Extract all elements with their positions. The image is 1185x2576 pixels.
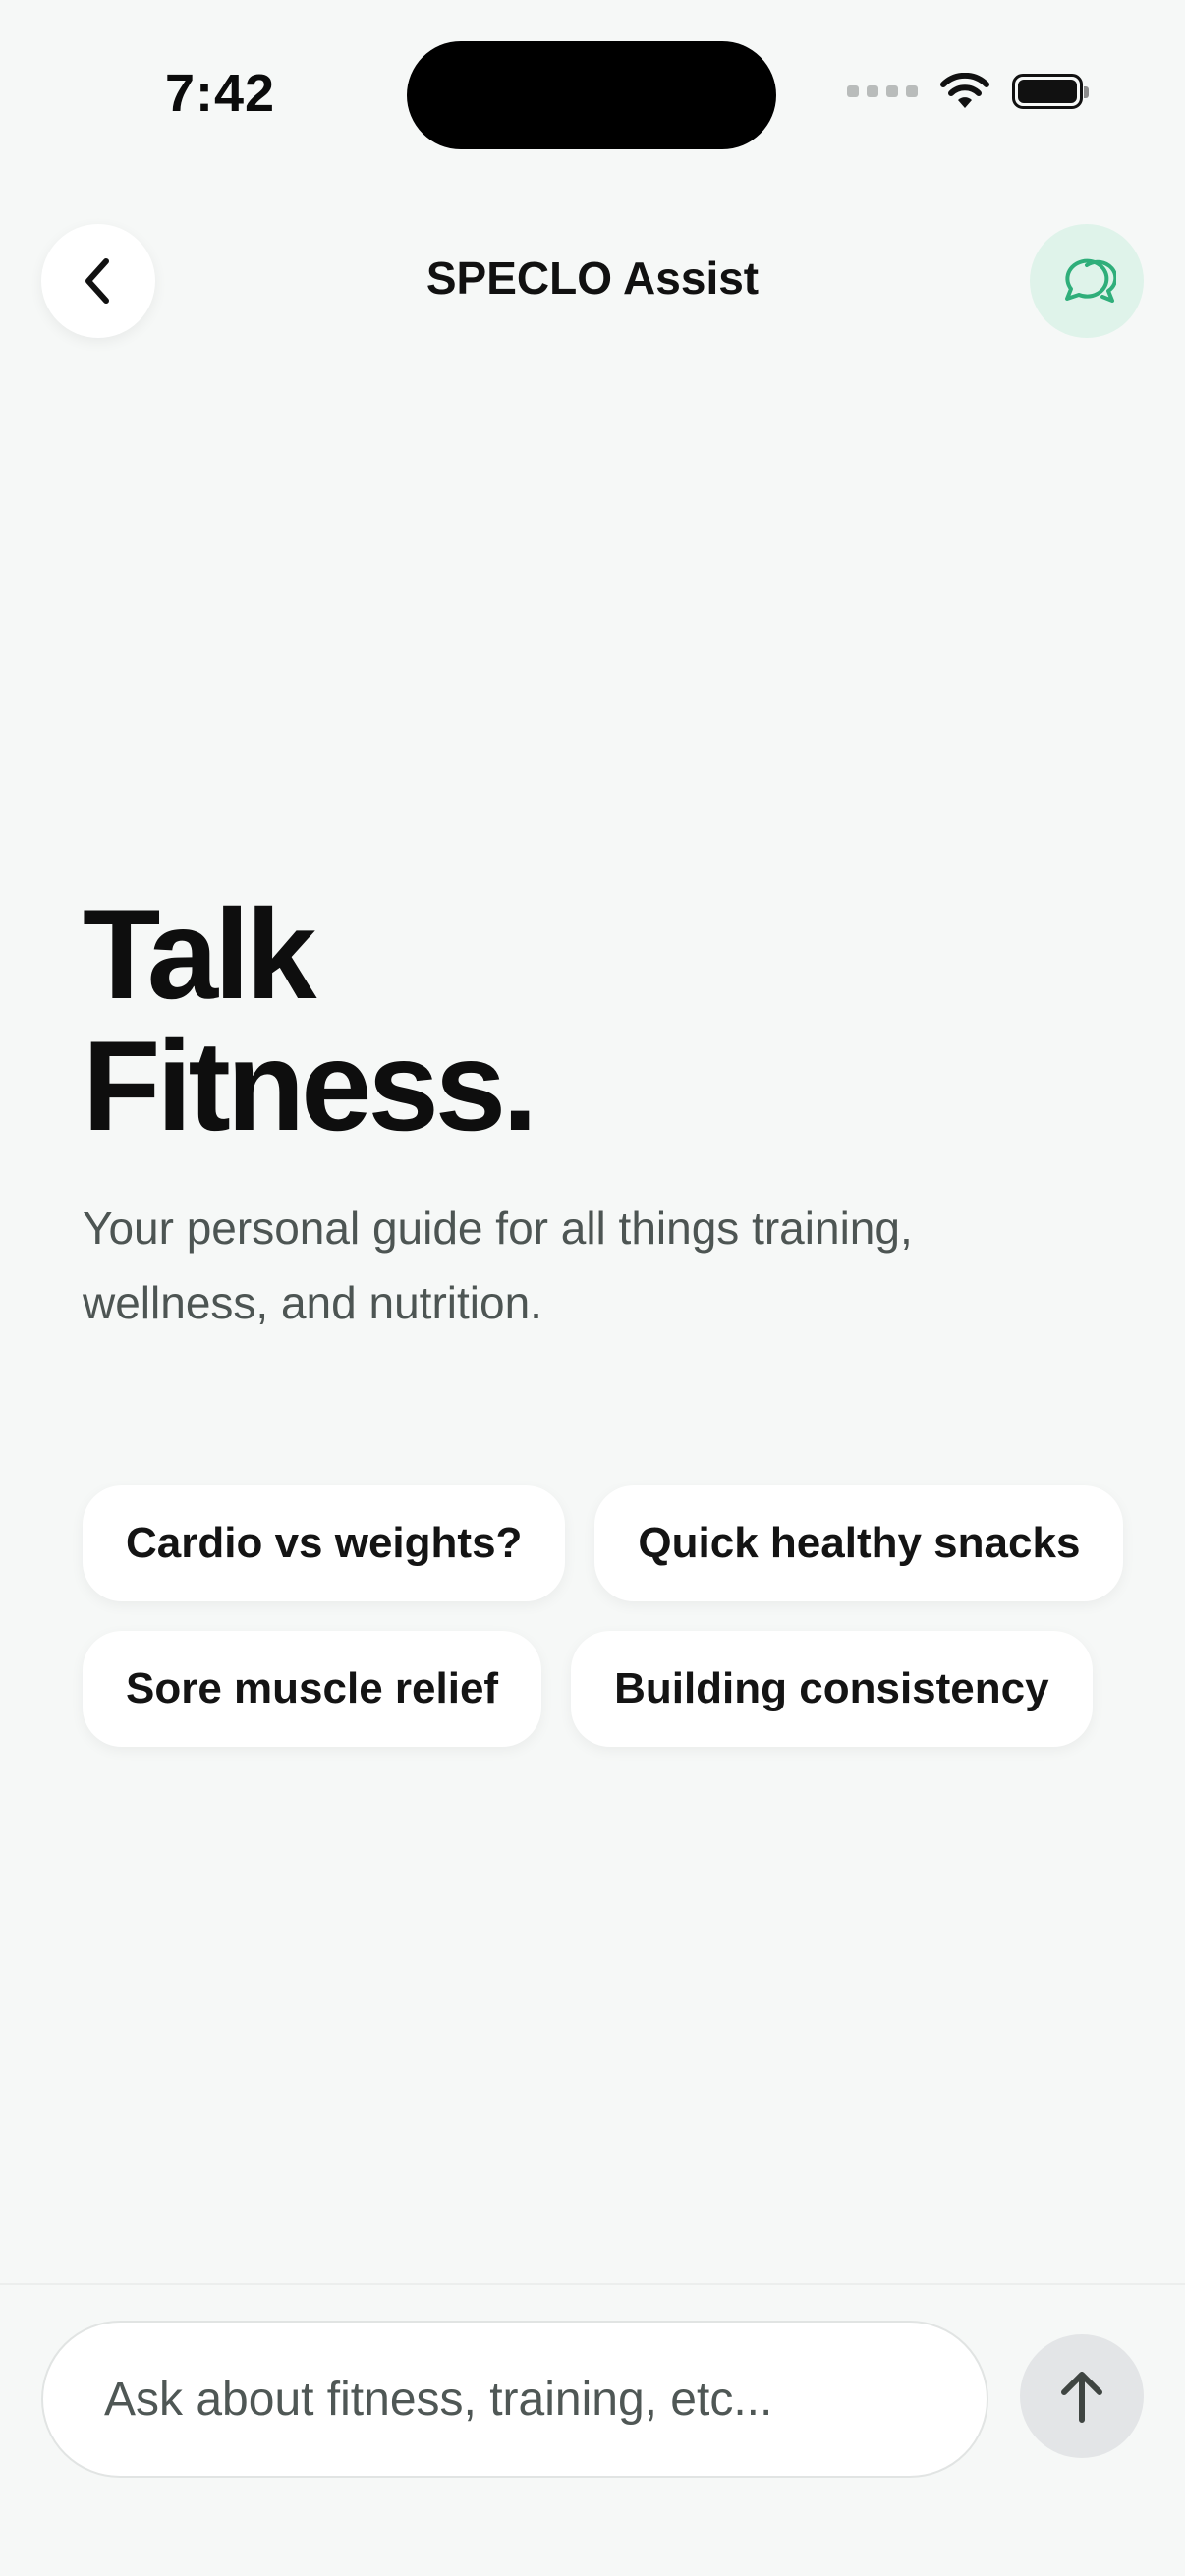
hero-title-line-2: Fitness. (83, 1014, 537, 1157)
screen: 7:42 SPECLO Assist Talk Fitness. Your pe… (0, 0, 1185, 2576)
send-button[interactable] (1020, 2334, 1144, 2458)
page-title: SPECLO Assist (425, 252, 760, 304)
message-input[interactable] (41, 2321, 988, 2478)
suggestion-chips: Cardio vs weights? Quick healthy snacks … (83, 1485, 1124, 1776)
hero-subtitle: Your personal guide for all things train… (83, 1203, 913, 1328)
suggestion-chip-quick-healthy-snacks[interactable]: Quick healthy snacks (594, 1485, 1124, 1601)
wifi-icon (940, 73, 989, 108)
hero-title: Talk Fitness. (83, 882, 537, 1157)
hero-title-line-1: Talk (83, 882, 316, 1026)
chat-bubbles-icon (1065, 258, 1116, 303)
suggestion-chip-building-consistency[interactable]: Building consistency (571, 1631, 1093, 1747)
composer-bar (0, 2283, 1185, 2576)
dynamic-island (407, 41, 776, 149)
chip-row: Sore muscle relief Building consistency (83, 1631, 1124, 1747)
chat-history-button[interactable] (1030, 224, 1144, 338)
cellular-signal-icon (847, 85, 918, 97)
battery-icon (1012, 74, 1089, 109)
suggestion-chip-sore-muscle-relief[interactable]: Sore muscle relief (83, 1631, 542, 1747)
status-icons (847, 73, 1089, 110)
chip-row: Cardio vs weights? Quick healthy snacks (83, 1485, 1124, 1601)
suggestion-chip-cardio-vs-weights[interactable]: Cardio vs weights? (83, 1485, 566, 1601)
status-time: 7:42 (165, 64, 276, 123)
arrow-up-icon (1061, 2372, 1102, 2423)
